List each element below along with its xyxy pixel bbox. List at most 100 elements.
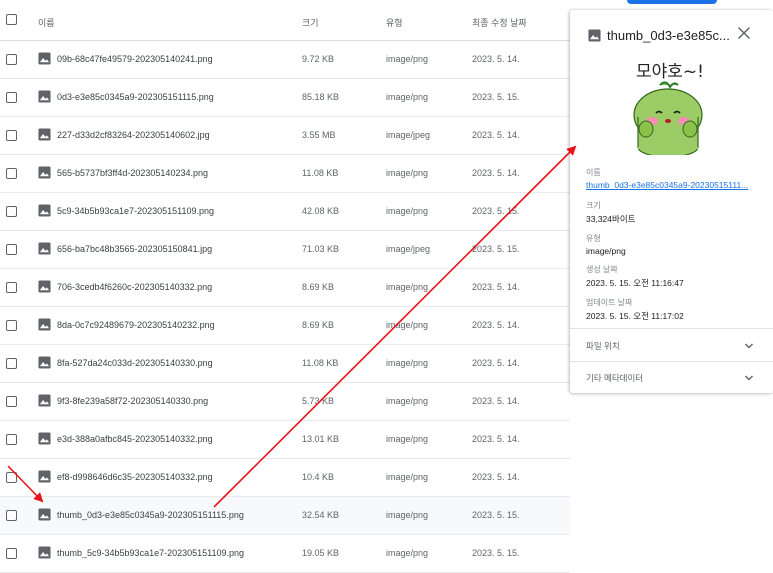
file-size: 8.69 KB — [302, 320, 335, 330]
file-name[interactable]: ef8-d998646d6c35-202305140332.png — [57, 472, 213, 482]
image-file-icon — [38, 318, 51, 331]
preview-caption: 모야호~! — [636, 62, 704, 82]
table-row[interactable]: 09b-68c47fe49579-202305140241.png 9.72 KB… — [0, 41, 570, 79]
table-row[interactable]: 5c9-34b5b93ca1e7-202305151109.png 42.08 K… — [0, 193, 570, 231]
chevron-down-icon — [745, 343, 753, 349]
table-row[interactable]: 227-d33d2cf83264-202305140602.jpg 3.55 MB… — [0, 117, 570, 155]
file-name[interactable]: 565-b5737bf3ff4d-202305140234.png — [57, 168, 208, 178]
file-name[interactable]: 227-d33d2cf83264-202305140602.jpg — [57, 130, 210, 140]
file-type: image/png — [386, 54, 429, 64]
table-row[interactable]: 656-ba7bc48b3565-202305150841.jpg 71.03 K… — [0, 231, 570, 269]
meta-created-label: 생성 날짜 — [586, 265, 618, 274]
image-file-icon — [38, 280, 51, 293]
section-file-location-label: 파일 위치 — [586, 341, 620, 351]
image-file-icon — [38, 546, 51, 559]
row-checkbox[interactable] — [6, 358, 17, 369]
image-file-icon — [38, 508, 51, 521]
meta-type: 유형 image/png — [586, 233, 766, 256]
file-type: image/png — [386, 206, 429, 216]
row-checkbox[interactable] — [6, 130, 17, 141]
select-all-checkbox[interactable] — [6, 14, 17, 25]
table-row[interactable]: e3d-388a0afbc845-202305140332.png 13.01 K… — [0, 421, 570, 459]
file-type: image/png — [386, 472, 429, 482]
file-date: 2023. 5. 14. — [472, 130, 520, 140]
meta-created-value: 2023. 5. 15. 오전 11:16:47 — [586, 278, 684, 288]
file-type: image/jpeg — [386, 244, 431, 254]
file-size: 71.03 KB — [302, 244, 340, 254]
file-size: 85.18 KB — [302, 92, 340, 102]
file-date: 2023. 5. 15. — [472, 206, 520, 216]
image-file-icon — [38, 52, 51, 65]
file-type: image/png — [386, 92, 429, 102]
file-name[interactable]: 8da-0c7c92489679-202305140232.png — [57, 320, 215, 330]
file-size: 10.4 KB — [302, 472, 335, 482]
row-checkbox[interactable] — [6, 396, 17, 407]
image-file-icon — [588, 29, 601, 42]
file-table: 이름 크기 유형 최종 수정 날짜 09b-68c47fe49579-20230… — [0, 0, 570, 573]
row-checkbox[interactable] — [6, 510, 17, 521]
meta-name-link[interactable]: thumb_0d3-e3e85c0345a9-20230515111... — [586, 180, 764, 190]
header-modified[interactable]: 최종 수정 날짜 — [472, 16, 527, 29]
table-row[interactable]: 8da-0c7c92489679-202305140232.png 8.69 KB… — [0, 307, 570, 345]
table-row[interactable]: thumb_0d3-e3e85c0345a9-202305151115.png 3… — [0, 497, 570, 535]
top-action-button[interactable] — [627, 0, 717, 4]
section-file-location[interactable]: 파일 위치 — [586, 340, 766, 354]
header-type[interactable]: 유형 — [386, 16, 403, 29]
row-checkbox[interactable] — [6, 206, 17, 217]
close-icon[interactable] — [737, 26, 751, 40]
file-date: 2023. 5. 14. — [472, 472, 520, 482]
file-size: 11.08 KB — [302, 358, 339, 368]
table-row[interactable]: 565-b5737bf3ff4d-202305140234.png 11.08 K… — [0, 155, 570, 193]
image-file-icon — [38, 356, 51, 369]
meta-size-value: 33,324바이트 — [586, 214, 636, 224]
file-type: image/png — [386, 510, 429, 520]
image-file-icon — [38, 432, 51, 445]
row-checkbox[interactable] — [6, 320, 17, 331]
file-name[interactable]: 656-ba7bc48b3565-202305150841.jpg — [57, 244, 212, 254]
file-type: image/png — [386, 282, 429, 292]
file-name[interactable]: 09b-68c47fe49579-202305140241.png — [57, 54, 213, 64]
file-type: image/jpeg — [386, 130, 431, 140]
meta-size: 크기 33,324바이트 — [586, 200, 766, 225]
row-checkbox[interactable] — [6, 548, 17, 559]
file-size: 8.69 KB — [302, 282, 335, 292]
table-row[interactable]: 0d3-e3e85c0345a9-202305151115.png 85.18 K… — [0, 79, 570, 117]
meta-updated-value: 2023. 5. 15. 오전 11:17:02 — [586, 311, 684, 321]
table-row[interactable]: 9f3-8fe239a58f72-202305140330.png 5.73 KB… — [0, 383, 570, 421]
image-file-icon — [38, 166, 51, 179]
image-file-icon — [38, 470, 51, 483]
section-other-metadata[interactable]: 기타 메타데이터 — [586, 372, 766, 386]
row-checkbox[interactable] — [6, 244, 17, 255]
table-row[interactable]: ef8-d998646d6c35-202305140332.png 10.4 KB… — [0, 459, 570, 497]
meta-size-label: 크기 — [586, 201, 601, 210]
file-name[interactable]: 5c9-34b5b93ca1e7-202305151109.png — [57, 206, 214, 216]
row-checkbox[interactable] — [6, 92, 17, 103]
file-name[interactable]: 8fa-527da24c033d-202305140330.png — [57, 358, 213, 368]
file-name[interactable]: thumb_0d3-e3e85c0345a9-202305151115.png — [57, 510, 244, 520]
table-row[interactable]: thumb_5c9-34b5b93ca1e7-202305151109.png 1… — [0, 535, 570, 573]
row-checkbox[interactable] — [6, 282, 17, 293]
row-checkbox[interactable] — [6, 54, 17, 65]
file-name[interactable]: e3d-388a0afbc845-202305140332.png — [57, 434, 213, 444]
file-size: 11.08 KB — [302, 168, 339, 178]
file-name[interactable]: 706-3cedb4f6260c-202305140332.png — [57, 282, 212, 292]
header-size[interactable]: 크기 — [302, 16, 319, 29]
image-file-icon — [38, 90, 51, 103]
file-size: 5.73 KB — [302, 396, 335, 406]
header-name[interactable]: 이름 — [38, 16, 55, 29]
file-date: 2023. 5. 14. — [472, 396, 520, 406]
image-file-icon — [38, 394, 51, 407]
row-checkbox[interactable] — [6, 472, 17, 483]
panel-divider — [570, 361, 773, 362]
meta-updated-label: 업데이트 날짜 — [586, 298, 633, 307]
table-row[interactable]: 706-3cedb4f6260c-202305140332.png 8.69 KB… — [0, 269, 570, 307]
row-checkbox[interactable] — [6, 168, 17, 179]
row-checkbox[interactable] — [6, 434, 17, 445]
panel-title-text: thumb_0d3-e3e85c... — [607, 28, 730, 43]
file-name[interactable]: 9f3-8fe239a58f72-202305140330.png — [57, 396, 208, 406]
meta-name: 이름 thumb_0d3-e3e85c0345a9-20230515111... — [586, 167, 766, 190]
table-row[interactable]: 8fa-527da24c033d-202305140330.png 11.08 K… — [0, 345, 570, 383]
panel-divider — [570, 328, 773, 329]
image-preview: 모야호~! — [633, 62, 704, 155]
file-name[interactable]: 0d3-e3e85c0345a9-202305151115.png — [57, 92, 214, 102]
